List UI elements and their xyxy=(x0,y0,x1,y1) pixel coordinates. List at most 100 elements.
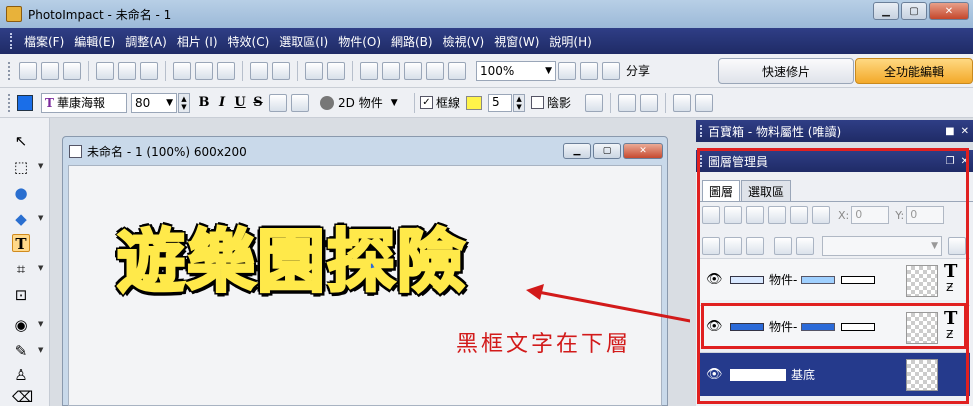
font-select[interactable]: T 華康海報 xyxy=(41,92,127,113)
object-mode-select[interactable]: 2D 物件 ▼ xyxy=(317,93,409,113)
filter-icon[interactable] xyxy=(426,61,444,80)
layer-manager-header[interactable]: 圖層管理員 ❐ ✕ xyxy=(696,150,973,172)
fill-icon[interactable] xyxy=(796,237,814,255)
x-field[interactable]: 0 xyxy=(851,206,890,224)
new-file-icon[interactable] xyxy=(19,61,37,80)
zoom-layer-icon[interactable] xyxy=(746,206,764,224)
mask-icon[interactable] xyxy=(702,237,720,255)
crop-icon[interactable] xyxy=(404,61,422,80)
shape-tool-icon[interactable]: ◆ xyxy=(12,210,30,228)
lock-ratio-icon[interactable]: Ƶ xyxy=(946,281,954,294)
undo-icon[interactable] xyxy=(250,61,268,80)
eraser-tool-icon[interactable]: ⌫ xyxy=(12,388,33,406)
brush-tool-icon[interactable]: ✎ xyxy=(12,342,30,360)
chevron-down-icon[interactable]: ▼ xyxy=(38,320,43,328)
menu-web[interactable]: 網路(B) xyxy=(386,33,438,50)
layer-row-base[interactable]: 👁 基底 xyxy=(700,352,970,396)
strikethrough-button[interactable]: S xyxy=(250,95,266,110)
chevron-down-icon[interactable]: ▼ xyxy=(38,214,43,222)
square-icon[interactable] xyxy=(585,93,604,112)
italic-button[interactable]: I xyxy=(214,95,230,110)
stamp-tool-icon[interactable]: ♙ xyxy=(12,366,30,384)
share-label[interactable]: 分享 xyxy=(626,62,650,79)
quick-fix-button[interactable]: 快速修片 xyxy=(718,58,854,84)
grip-handle[interactable] xyxy=(10,33,13,49)
menu-object[interactable]: 物件(O) xyxy=(333,33,386,50)
paint-icon[interactable] xyxy=(580,61,598,80)
underline-button[interactable]: U xyxy=(232,95,248,110)
chevron-down-icon[interactable]: ▼ xyxy=(38,346,43,354)
menu-edit[interactable]: 編輯(E) xyxy=(69,33,120,50)
house-icon[interactable] xyxy=(673,93,692,112)
close-icon[interactable]: ✕ xyxy=(961,126,969,137)
crop-tool-icon[interactable]: ⌗ xyxy=(12,260,30,278)
border-checkbox[interactable]: ✓ xyxy=(420,96,433,109)
eyedropper-icon[interactable] xyxy=(448,61,466,80)
menu-photo[interactable]: 相片 (I) xyxy=(172,33,223,50)
materials-panel-header[interactable]: 百寶箱 - 物料屬性 (唯讀) ■ ✕ xyxy=(696,120,973,142)
corner-icon[interactable] xyxy=(948,237,966,255)
lasso-tool-icon[interactable]: ● xyxy=(12,184,30,202)
tab-layers[interactable]: 圖層 xyxy=(702,180,741,202)
grip-handle[interactable] xyxy=(8,61,11,80)
text-tool-icon[interactable]: T xyxy=(12,234,30,253)
layer-mask-icon[interactable] xyxy=(812,206,830,224)
grip-handle[interactable] xyxy=(700,155,702,167)
doc-minimize-button[interactable]: ▁ xyxy=(563,143,591,159)
eye-icon[interactable]: 👁 xyxy=(706,319,723,335)
menu-selection[interactable]: 選取區(I) xyxy=(274,33,333,50)
shadow-checkbox[interactable] xyxy=(531,96,545,109)
cut-icon[interactable] xyxy=(173,61,191,80)
minimize-button[interactable]: ▁ xyxy=(873,2,899,20)
scan-icon[interactable] xyxy=(140,61,158,80)
duplicate-layer-icon[interactable] xyxy=(702,206,720,224)
layer-row[interactable]: 👁 物件- T Ƶ xyxy=(700,258,970,300)
camera-icon[interactable] xyxy=(305,61,323,80)
full-edit-button[interactable]: 全功能編輯 xyxy=(855,58,973,84)
eye-icon[interactable]: 👁 xyxy=(706,272,723,288)
zoom-select[interactable]: 100% ▼ xyxy=(476,60,556,81)
layer-image-icon[interactable] xyxy=(790,206,808,224)
menu-effect[interactable]: 特效(C) xyxy=(223,33,275,50)
paste-icon[interactable] xyxy=(217,61,235,80)
brightness-icon[interactable] xyxy=(382,61,400,80)
grip-handle[interactable] xyxy=(8,93,11,112)
preview-icon[interactable] xyxy=(118,61,136,80)
border-width-input[interactable]: 5 xyxy=(488,93,513,112)
layer-row[interactable]: 👁 物件- T Ƶ xyxy=(700,305,970,347)
maximize-button[interactable]: ▢ xyxy=(901,2,927,20)
palette-icon[interactable] xyxy=(558,61,576,80)
font-size-spinner[interactable]: ▲ ▼ xyxy=(178,92,190,113)
face-icon[interactable] xyxy=(746,237,764,255)
y-field[interactable]: 0 xyxy=(906,206,945,224)
pick-tool-icon[interactable]: ↖ xyxy=(12,132,30,150)
window-icon[interactable] xyxy=(695,93,714,112)
restore-icon[interactable]: ❐ xyxy=(946,156,955,167)
menu-adjust[interactable]: 調整(A) xyxy=(120,33,172,50)
redo-icon[interactable] xyxy=(272,61,290,80)
grip-handle[interactable] xyxy=(700,125,702,137)
round-square-icon[interactable] xyxy=(618,93,637,112)
border-color-swatch[interactable] xyxy=(466,95,483,110)
record-icon[interactable] xyxy=(640,93,659,112)
chevron-down-icon[interactable]: ▼ xyxy=(38,264,43,272)
eye-tool-icon[interactable]: ◉ xyxy=(12,316,30,334)
eye-icon[interactable]: 👁 xyxy=(706,367,723,383)
tab-selection[interactable]: 選取區 xyxy=(741,180,792,202)
blend-mode-select[interactable]: ▼ xyxy=(822,236,942,256)
menu-help[interactable]: 說明(H) xyxy=(544,33,596,50)
lock-ratio-icon[interactable]: Ƶ xyxy=(946,328,954,341)
chevron-down-icon[interactable]: ▼ xyxy=(38,162,43,170)
doc-restore-button[interactable]: ▢ xyxy=(593,143,621,159)
properties-icon[interactable] xyxy=(768,206,786,224)
delete-icon[interactable] xyxy=(774,237,792,255)
doc-close-button[interactable]: ✕ xyxy=(623,143,663,159)
bold-button[interactable]: B xyxy=(196,95,212,110)
vertical-text-icon[interactable] xyxy=(269,93,287,112)
menu-file[interactable]: 檔案(F) xyxy=(19,33,69,50)
maximize-icon[interactable]: ■ xyxy=(945,126,954,137)
display-icon[interactable] xyxy=(360,61,378,80)
merge-layer-icon[interactable] xyxy=(724,206,742,224)
menu-view[interactable]: 檢視(V) xyxy=(438,33,490,50)
copy-icon[interactable] xyxy=(195,61,213,80)
